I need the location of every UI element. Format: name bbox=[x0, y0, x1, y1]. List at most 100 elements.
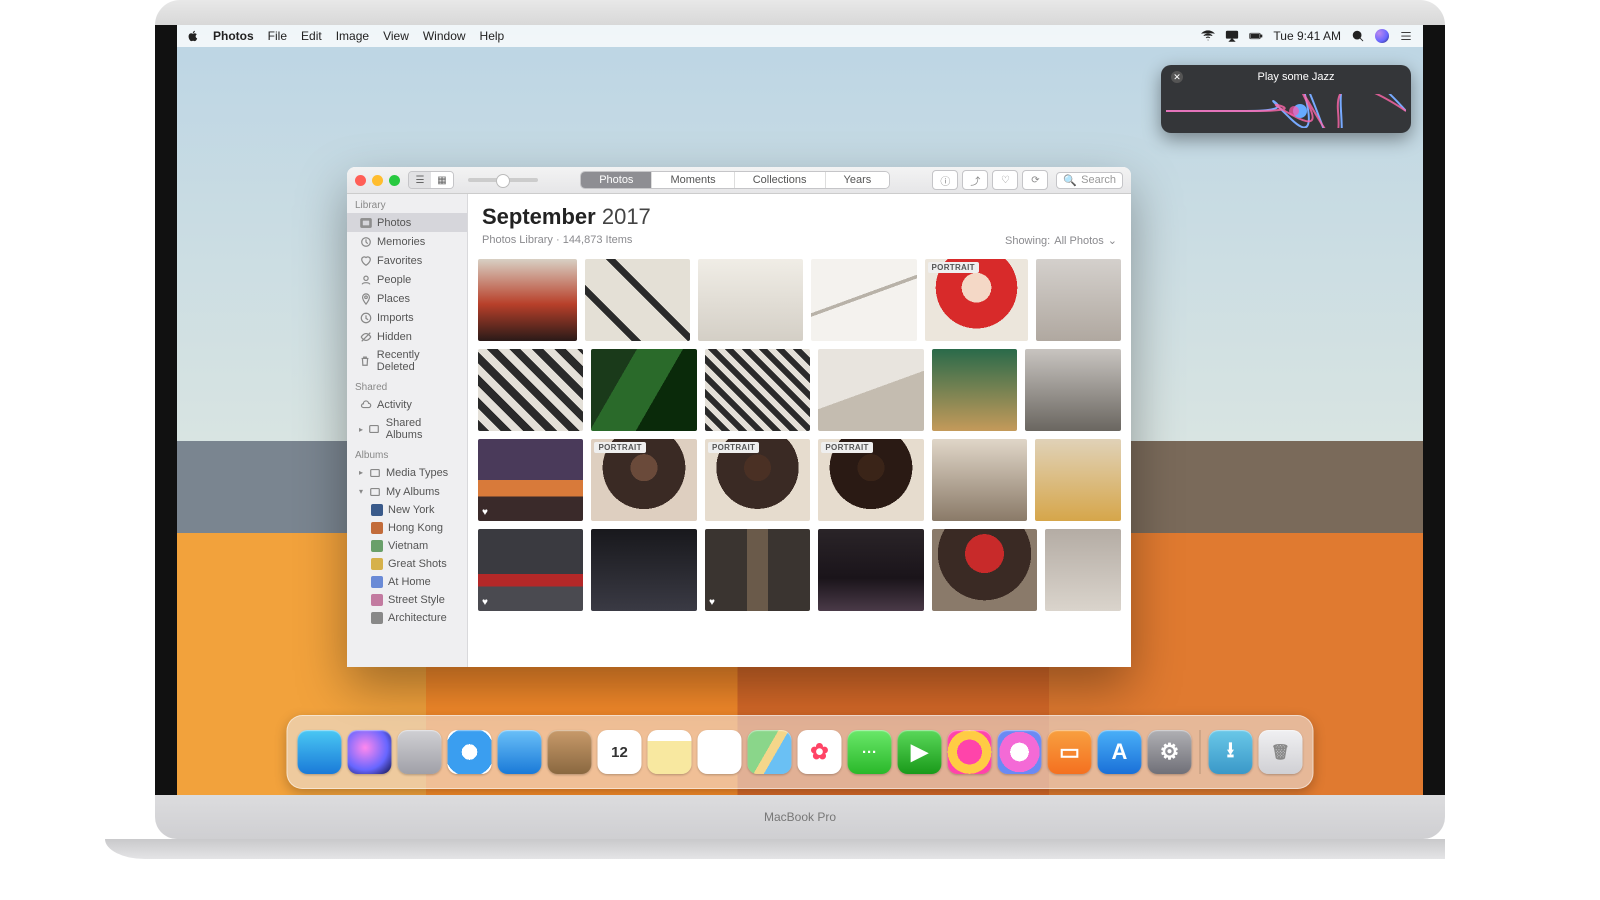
photo-thumbnail[interactable]: PORTRAIT bbox=[925, 259, 1028, 341]
dock-reminders-icon[interactable] bbox=[698, 730, 742, 774]
grid-view-icon[interactable]: ▦ bbox=[431, 172, 453, 188]
sidebar-album-at-home[interactable]: At Home bbox=[347, 573, 467, 591]
photo-thumbnail[interactable] bbox=[818, 529, 923, 611]
photo-thumbnail[interactable] bbox=[478, 349, 583, 431]
dock-launchpad-icon[interactable] bbox=[398, 730, 442, 774]
photo-thumbnail[interactable] bbox=[932, 349, 1018, 431]
sidebar-item-hidden[interactable]: Hidden bbox=[347, 327, 467, 346]
menubar-app-name[interactable]: Photos bbox=[213, 29, 254, 43]
photo-thumbnail[interactable] bbox=[1025, 349, 1121, 431]
photo-thumbnail[interactable] bbox=[932, 529, 1037, 611]
dock-photos-icon[interactable]: ✿ bbox=[798, 730, 842, 774]
sidebar-album-architecture[interactable]: Architecture bbox=[347, 609, 467, 627]
tab-years[interactable]: Years bbox=[826, 172, 890, 188]
photo-thumbnail[interactable]: ♥ bbox=[478, 529, 583, 611]
sidebar-item-my-albums[interactable]: ▾My Albums bbox=[347, 482, 467, 501]
sidebar-album-street-style[interactable]: Street Style bbox=[347, 591, 467, 609]
photo-thumbnail[interactable] bbox=[1045, 529, 1121, 611]
dock-safari-icon[interactable] bbox=[448, 730, 492, 774]
dock-siri-icon[interactable] bbox=[348, 730, 392, 774]
thumbnail-zoom-slider[interactable] bbox=[468, 178, 538, 182]
photo-thumbnail[interactable] bbox=[591, 349, 696, 431]
showing-filter[interactable]: Showing: All Photos ⌄ bbox=[1005, 234, 1117, 247]
photo-thumbnail[interactable] bbox=[932, 439, 1028, 521]
disclosure-triangle-icon[interactable]: ▸ bbox=[359, 425, 363, 434]
menu-help[interactable]: Help bbox=[480, 29, 505, 43]
photo-thumbnail[interactable] bbox=[1035, 439, 1121, 521]
sidebar-item-photos[interactable]: Photos bbox=[347, 213, 467, 232]
sidebar-toggle-segment[interactable]: ☰ ▦ bbox=[408, 171, 454, 189]
dock-facetime-icon[interactable]: ▶ bbox=[898, 730, 942, 774]
search-field[interactable]: 🔍 Search bbox=[1056, 172, 1123, 189]
window-close-button[interactable] bbox=[355, 175, 366, 186]
sidebar-item-imports[interactable]: Imports bbox=[347, 308, 467, 327]
photo-thumbnail[interactable] bbox=[1036, 259, 1121, 341]
tab-moments[interactable]: Moments bbox=[652, 172, 734, 188]
favorite-button[interactable]: ♡ bbox=[992, 170, 1018, 190]
photo-thumbnail[interactable]: PORTRAIT bbox=[591, 439, 696, 521]
rotate-button[interactable]: ⟳ bbox=[1022, 170, 1048, 190]
info-button[interactable]: ⓘ bbox=[932, 170, 958, 190]
photo-thumbnail[interactable] bbox=[811, 259, 916, 341]
spotlight-icon[interactable] bbox=[1351, 29, 1365, 43]
sidebar-album-hong-kong[interactable]: Hong Kong bbox=[347, 519, 467, 537]
dock-photobooth-icon[interactable] bbox=[948, 730, 992, 774]
menubar-clock[interactable]: Tue 9:41 AM bbox=[1273, 29, 1341, 43]
photo-thumbnail[interactable] bbox=[705, 349, 810, 431]
photo-thumbnail[interactable] bbox=[698, 259, 803, 341]
window-minimize-button[interactable] bbox=[372, 175, 383, 186]
photo-thumbnail[interactable]: ♥ bbox=[478, 439, 583, 521]
menu-window[interactable]: Window bbox=[423, 29, 466, 43]
dock-trash-icon[interactable]: 🗑 bbox=[1259, 730, 1303, 774]
dock-ibooks-icon[interactable]: ▭ bbox=[1048, 730, 1092, 774]
tab-collections[interactable]: Collections bbox=[735, 172, 826, 188]
sidebar-item-media-types[interactable]: ▸Media Types bbox=[347, 463, 467, 482]
sidebar-item-shared-albums[interactable]: ▸Shared Albums bbox=[347, 414, 467, 444]
sidebar-item-memories[interactable]: Memories bbox=[347, 232, 467, 251]
window-zoom-button[interactable] bbox=[389, 175, 400, 186]
dock-messages-icon[interactable]: ··· bbox=[848, 730, 892, 774]
photo-thumbnail[interactable] bbox=[591, 529, 696, 611]
photo-thumbnail[interactable]: ♥ bbox=[705, 529, 810, 611]
menu-view[interactable]: View bbox=[383, 29, 409, 43]
sidebar-item-places[interactable]: Places bbox=[347, 289, 467, 308]
window-titlebar[interactable]: ☰ ▦ Photos Moments Collections Years ⓘ bbox=[347, 167, 1131, 194]
dock-contacts-icon[interactable] bbox=[548, 730, 592, 774]
disclosure-triangle-icon[interactable]: ▾ bbox=[359, 487, 363, 496]
dock-downloads-icon[interactable]: ⭳ bbox=[1209, 730, 1253, 774]
dock-itunes-icon[interactable]: ♪ bbox=[998, 730, 1042, 774]
photo-thumbnail[interactable] bbox=[585, 259, 690, 341]
apple-menu-icon[interactable] bbox=[187, 30, 199, 42]
wifi-icon[interactable] bbox=[1201, 29, 1215, 43]
photo-thumbnail[interactable] bbox=[818, 349, 923, 431]
dock-appstore-icon[interactable]: A bbox=[1098, 730, 1142, 774]
battery-icon[interactable] bbox=[1249, 29, 1263, 43]
photo-thumbnail[interactable] bbox=[478, 259, 577, 341]
menu-image[interactable]: Image bbox=[336, 29, 369, 43]
siri-menubar-icon[interactable] bbox=[1375, 29, 1389, 43]
dock-notes-icon[interactable] bbox=[648, 730, 692, 774]
photo-thumbnail[interactable]: PORTRAIT bbox=[818, 439, 923, 521]
siri-close-button[interactable]: ✕ bbox=[1171, 71, 1183, 83]
sidebar-item-favorites[interactable]: Favorites bbox=[347, 251, 467, 270]
dock-finder-icon[interactable] bbox=[298, 730, 342, 774]
notification-center-icon[interactable] bbox=[1399, 29, 1413, 43]
sidebar-album-vietnam[interactable]: Vietnam bbox=[347, 537, 467, 555]
sidebar-album-new-york[interactable]: New York bbox=[347, 501, 467, 519]
dock-mail-icon[interactable] bbox=[498, 730, 542, 774]
menu-file[interactable]: File bbox=[268, 29, 287, 43]
photo-thumbnail[interactable]: PORTRAIT bbox=[705, 439, 810, 521]
disclosure-triangle-icon[interactable]: ▸ bbox=[359, 468, 363, 477]
sidebar-item-recently-deleted[interactable]: Recently Deleted bbox=[347, 346, 467, 376]
sidebar-item-people[interactable]: People bbox=[347, 270, 467, 289]
dock-preferences-icon[interactable]: ⚙ bbox=[1148, 730, 1192, 774]
share-button[interactable]: ⤴ bbox=[962, 170, 988, 190]
tab-photos[interactable]: Photos bbox=[581, 172, 652, 188]
sidebar-album-great-shots[interactable]: Great Shots bbox=[347, 555, 467, 573]
dock-maps-icon[interactable] bbox=[748, 730, 792, 774]
dock-calendar-icon[interactable]: 12 bbox=[598, 730, 642, 774]
sidebar-view-icon[interactable]: ☰ bbox=[409, 172, 431, 188]
airplay-icon[interactable] bbox=[1225, 29, 1239, 43]
menu-edit[interactable]: Edit bbox=[301, 29, 322, 43]
sidebar-item-activity[interactable]: Activity bbox=[347, 395, 467, 414]
